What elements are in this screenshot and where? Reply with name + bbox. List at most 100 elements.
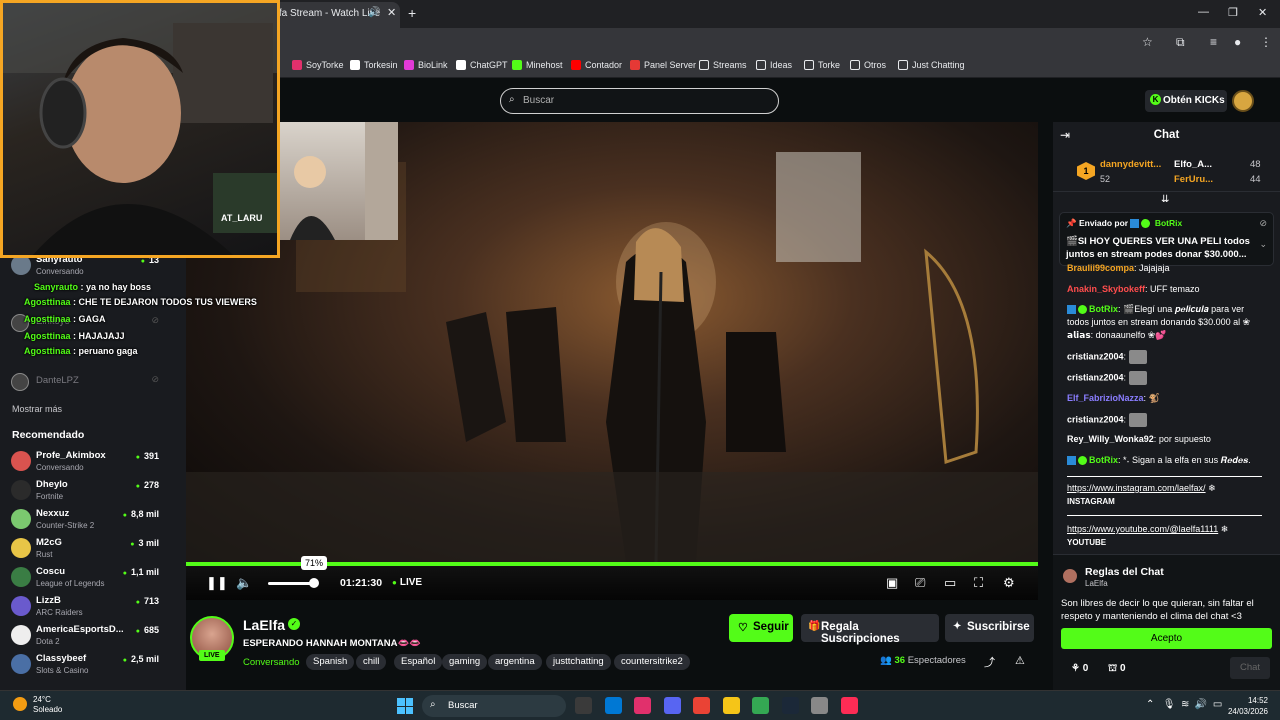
- sidebar-recommended-channel[interactable]: Profe_Akimbox Conversando 391: [0, 448, 186, 476]
- bookmark-soytorke[interactable]: SoyTorke: [292, 60, 344, 70]
- stream-tag[interactable]: countersitrike2: [614, 654, 690, 670]
- menu-icon[interactable]: ⋮: [1260, 35, 1272, 49]
- chat-username[interactable]: cristianz2004: [1067, 414, 1124, 424]
- follow-button[interactable]: ♡ Seguir: [729, 614, 793, 642]
- profile-icon[interactable]: ●: [1234, 35, 1241, 49]
- file-explorer-icon[interactable]: [575, 697, 592, 714]
- sidebar-recommended-channel[interactable]: Nexxuz Counter-Strike 2 8,8 mil: [0, 506, 186, 534]
- chat-points[interactable]: ⚘ 0: [1071, 663, 1088, 674]
- bookmark-just-chatting[interactable]: Just Chatting: [898, 60, 965, 70]
- instagram-icon[interactable]: [634, 697, 651, 714]
- accept-rules-button[interactable]: Acepto: [1061, 628, 1272, 649]
- theater-mode-icon[interactable]: ▭: [944, 575, 956, 591]
- close-window-button[interactable]: ✕: [1258, 6, 1267, 19]
- clock[interactable]: 14:52 24/03/2026: [1226, 695, 1268, 717]
- channel-name: AmericaEsportsD...: [36, 624, 124, 635]
- extensions-icon[interactable]: ⧉: [1176, 35, 1185, 50]
- pinned-message[interactable]: 📌 Enviado por BotRix 🎬SI HOY QUERES VER …: [1059, 212, 1274, 266]
- expand-pinned-icon[interactable]: ⌄: [1259, 239, 1267, 250]
- bookmark-star-icon[interactable]: ☆: [1142, 35, 1153, 49]
- chat-username[interactable]: cristianz2004: [1067, 372, 1124, 382]
- get-kicks-button[interactable]: K Obtén KICKs: [1145, 90, 1227, 112]
- mute-tab-icon[interactable]: 🔊: [368, 7, 380, 18]
- subscribe-button[interactable]: ✦ Suscribirse: [945, 614, 1034, 642]
- bookmark-ideas[interactable]: Ideas: [756, 60, 792, 70]
- discord-icon[interactable]: [663, 697, 681, 714]
- chat-username[interactable]: BotRix: [1089, 455, 1118, 465]
- chat-link[interactable]: https://www.youtube.com/@laelfa1111: [1067, 524, 1218, 534]
- close-tab-icon[interactable]: ✕: [387, 6, 396, 19]
- channel-name[interactable]: LaElfa: [243, 617, 285, 633]
- search-input[interactable]: ⌕ Buscar: [500, 88, 779, 114]
- chrome-icon[interactable]: [693, 697, 710, 714]
- sidebar-recommended-channel[interactable]: Classybeef Slots & Casino 2,5 mil: [0, 651, 186, 679]
- clip-icon[interactable]: ⎚: [915, 575, 925, 591]
- stream-tag[interactable]: Spanish: [306, 654, 355, 670]
- user-avatar[interactable]: [1232, 90, 1254, 112]
- settings-gear-icon[interactable]: ⚙: [1003, 575, 1015, 591]
- chat-link[interactable]: https://www.instagram.com/laelfax/: [1067, 483, 1206, 493]
- bookmark-biolink[interactable]: BioLink: [404, 60, 448, 70]
- stream-tag[interactable]: Español: [394, 654, 443, 670]
- bookmark-torke[interactable]: Torke: [804, 60, 840, 70]
- tiktok-icon[interactable]: [840, 697, 858, 714]
- chat-username[interactable]: BotRix: [1089, 304, 1118, 314]
- live-indicator[interactable]: LIVE: [392, 577, 422, 588]
- chat-username[interactable]: Braulii99compa: [1067, 263, 1134, 273]
- bookmark-streams[interactable]: Streams: [699, 60, 747, 70]
- leaderboard-user[interactable]: FerUru... 44: [1174, 174, 1261, 185]
- bookmark-torkesin[interactable]: Torkesin: [350, 60, 398, 70]
- leaderboard-top-user[interactable]: dannydevitt...: [1100, 159, 1161, 170]
- chat-drops[interactable]: ⛫ 0: [1108, 663, 1126, 676]
- stream-tag[interactable]: justtchatting: [546, 654, 611, 670]
- sidebar-recommended-channel[interactable]: Coscu League of Legends 1,1 mil: [0, 564, 186, 592]
- bookmark-minehost[interactable]: Minehost: [512, 60, 563, 70]
- viewers-number: 36: [894, 655, 906, 666]
- overlay-chat-line: Agosttinaa : HAJAJAJJ: [24, 331, 125, 341]
- sidebar-recommended-channel[interactable]: LizzB ARC Raiders 713: [0, 593, 186, 621]
- stream-tag[interactable]: argentina: [488, 654, 542, 670]
- bookmark-chatgpt[interactable]: ChatGPT: [456, 60, 508, 70]
- leaderboard-user[interactable]: Elfo_A... 48: [1174, 159, 1261, 170]
- sidebar-recommended-channel[interactable]: AmericaEsportsD... Dota 2 685: [0, 622, 186, 650]
- volume-icon[interactable]: 🔈: [236, 575, 252, 591]
- stream-tag[interactable]: chill: [356, 654, 387, 670]
- chat-username[interactable]: Rey_Willy_Wonka92: [1067, 434, 1154, 444]
- windows-start-icon[interactable]: [397, 698, 413, 714]
- app-icon[interactable]: [811, 697, 828, 714]
- pause-icon[interactable]: ❚❚: [206, 575, 228, 591]
- chat-username[interactable]: Elf_FabrizioNazza: [1067, 393, 1144, 403]
- miniplayer-icon[interactable]: ▣: [886, 575, 898, 591]
- hide-pinned-icon[interactable]: ⊘: [1259, 218, 1267, 229]
- new-tab-button[interactable]: +: [408, 5, 416, 21]
- chrome-profile-icon[interactable]: [752, 697, 769, 714]
- volume-slider[interactable]: [268, 582, 314, 585]
- gift-subs-button[interactable]: 🎁 Regala Suscripciones: [801, 614, 939, 645]
- share-icon[interactable]: ⤴: [984, 654, 995, 670]
- maximize-button[interactable]: ❐: [1228, 6, 1238, 19]
- volume-knob[interactable]: [309, 578, 319, 588]
- sidebar-recommended-channel[interactable]: Dheylo Fortnite 278: [0, 477, 186, 505]
- minimize-button[interactable]: —: [1198, 6, 1209, 18]
- fullscreen-icon[interactable]: ⛶: [974, 575, 983, 591]
- bookmark-otros[interactable]: Otros: [850, 60, 886, 70]
- video-player[interactable]: ❚❚ 🔈 01:21:30 LIVE ▣ ⎚ ▭ ⛶ ⚙: [186, 122, 1038, 600]
- stream-tag[interactable]: gaming: [442, 654, 488, 670]
- bookmark-panel-server[interactable]: Panel Server: [630, 60, 696, 70]
- expand-leaderboard-icon[interactable]: ⇊: [1161, 194, 1169, 205]
- folder-icon[interactable]: [722, 697, 740, 714]
- stream-category[interactable]: Conversando: [243, 657, 300, 668]
- edge-icon[interactable]: [604, 697, 622, 714]
- bookmark-contador[interactable]: Contador: [571, 60, 622, 70]
- chat-send-button[interactable]: Chat: [1230, 657, 1270, 679]
- media-control-icon[interactable]: ≡: [1210, 35, 1217, 49]
- system-tray[interactable]: ⌃ 🎙 ≋ 🔊 ▭: [1146, 699, 1222, 710]
- taskbar-search[interactable]: ⌕ Buscar: [422, 695, 566, 717]
- steam-icon[interactable]: [781, 697, 799, 714]
- chat-username[interactable]: Anakin_Skybokeff: [1067, 284, 1145, 294]
- sidebar-recommended-channel[interactable]: M2cG Rust 3 mil: [0, 535, 186, 563]
- report-icon[interactable]: ⚠: [1015, 654, 1025, 667]
- chat-username[interactable]: cristianz2004: [1067, 351, 1124, 361]
- sidebar-channel-offline[interactable]: DanteLPZ ⊘: [11, 371, 181, 393]
- show-more-link[interactable]: Mostrar más: [12, 404, 62, 414]
